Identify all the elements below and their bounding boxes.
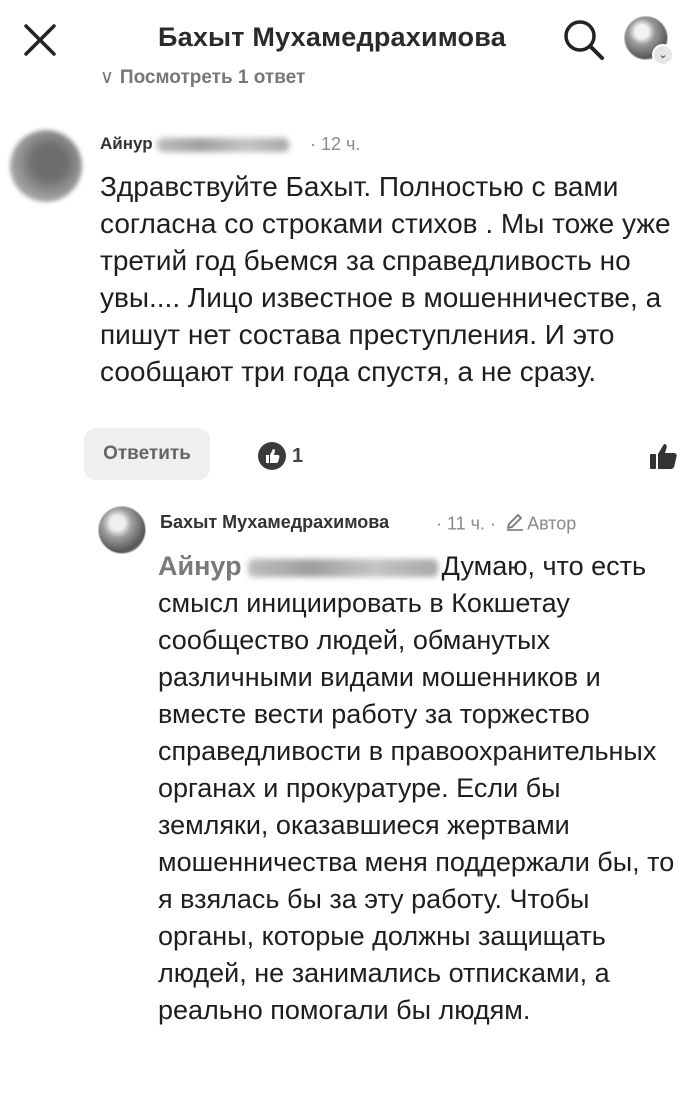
reply-body: Думаю, что есть смысл инициировать в Кок… (158, 551, 675, 1025)
page-title: Бахыт Мухамедрахимова (158, 22, 506, 52)
close-button[interactable] (20, 20, 60, 60)
commenter-avatar[interactable] (10, 130, 82, 202)
reply-button[interactable]: Ответить (84, 428, 210, 480)
mention-first-name: Айнур (158, 551, 242, 581)
author-badge: Автор (527, 513, 577, 534)
thumbs-up-icon (650, 444, 677, 469)
comment-author-first-name: Айнур (100, 134, 153, 153)
view-replies-label: Посмотреть 1 ответ (119, 67, 306, 88)
reply-author-avatar[interactable] (98, 506, 146, 554)
comment-text: Здравствуйте Бахыт. Полностью с вами сог… (100, 171, 671, 387)
close-icon (24, 24, 56, 56)
blurred-surname (247, 558, 438, 577)
comment-time: · 12 ч. (310, 134, 361, 154)
chevron-down-icon: ⌄ (652, 44, 674, 66)
pencil-icon (505, 511, 525, 536)
reply-author[interactable]: Бахыт Мухамедрахимова (160, 512, 389, 533)
like-reaction-icon (258, 442, 286, 470)
blurred-surname (156, 137, 289, 152)
like-button[interactable] (648, 440, 680, 472)
profile-menu-button[interactable]: ⌄ (624, 16, 676, 66)
reply-time: · 11 ч. · (436, 513, 497, 534)
top-bar: Бахыт Мухамедрахимова ⌄ (0, 0, 696, 78)
reaction-count: 1 (292, 444, 304, 467)
search-icon (564, 20, 604, 60)
search-button[interactable] (560, 16, 606, 62)
comment-author[interactable]: Айнур (100, 134, 289, 154)
chevron-down-icon: ∨ (100, 67, 114, 88)
reaction-summary[interactable]: 1 (258, 442, 303, 472)
reply-meta: · 11 ч. · Автор (436, 511, 576, 538)
mention-link[interactable]: Айнур (158, 551, 442, 581)
view-replies-link[interactable]: ∨ Посмотреть 1 ответ (100, 67, 306, 89)
reply-text: Айнур Думаю, что есть смысл инициировать … (158, 548, 678, 1029)
